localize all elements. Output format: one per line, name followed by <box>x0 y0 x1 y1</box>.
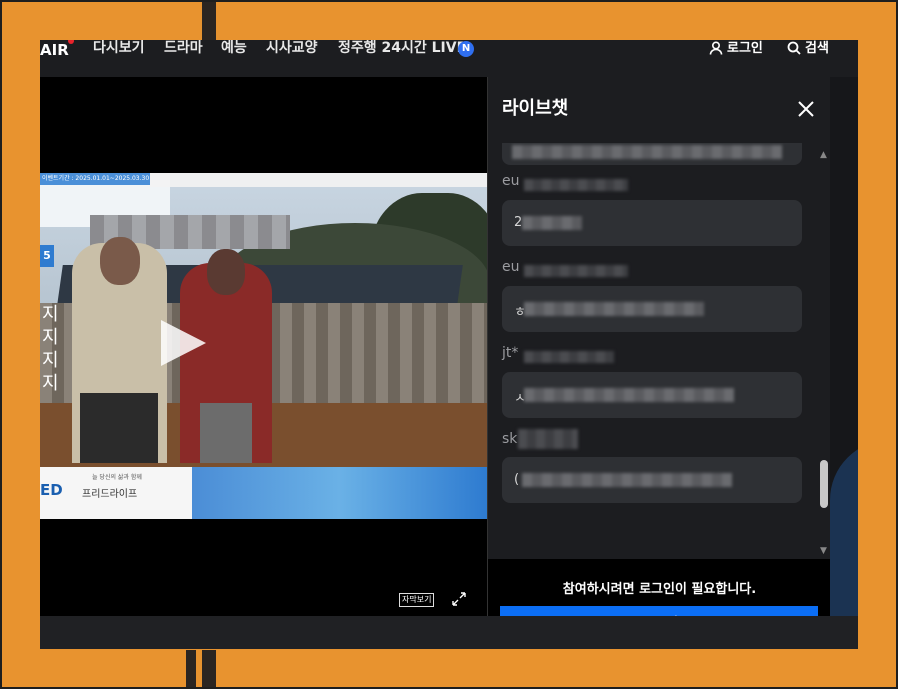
redacted-name <box>524 265 628 277</box>
message-author: eu <box>502 173 520 189</box>
redacted-name <box>518 429 578 449</box>
caption-button[interactable]: 자막보기 <box>399 593 435 607</box>
search-link[interactable]: 검색 <box>787 40 829 57</box>
expand-icon[interactable] <box>451 591 467 607</box>
person-head <box>100 237 140 285</box>
logo[interactable]: AIR <box>40 40 74 59</box>
promo-period-bar: 이벤트기간 : 2025.01.01~2025.03.30 <box>40 173 150 185</box>
search-icon <box>787 41 801 55</box>
redacted-text <box>512 145 782 159</box>
nav-item-24h-live[interactable]: 정주행 24시간 LIVE <box>338 40 466 57</box>
person-pants <box>200 403 252 463</box>
top-navigation: AIR 다시보기 드라마 예능 시사교양 정주행 24시간 LIVE N 로그인… <box>40 40 858 77</box>
cable-decoration <box>186 650 196 689</box>
chat-message <box>502 143 802 165</box>
chat-message: 2 <box>502 200 802 246</box>
brand-tag: 늘 당신의 삶과 함께 <box>92 474 142 481</box>
person-head <box>207 249 245 295</box>
number-badge: 5 <box>40 245 54 267</box>
cable-decoration <box>202 650 216 689</box>
nav-item-replay[interactable]: 다시보기 <box>93 40 145 57</box>
lower-third-blue <box>192 467 487 519</box>
chat-title: 라이브챗 <box>502 98 569 119</box>
nav-item-entertainment[interactable]: 예능 <box>221 40 247 57</box>
login-required-notice: 참여하시려면 로그인이 필요합니다. <box>562 582 757 597</box>
close-icon[interactable] <box>798 101 814 117</box>
message-text: ( <box>514 472 520 487</box>
redacted-text <box>522 216 582 230</box>
video-frame: 이벤트기간 : 2025.01.01~2025.03.30 5 지 지 지 지 … <box>40 173 487 519</box>
chat-message-list[interactable]: eu 2 eu ㅎ jt* ㅅ sk ( <box>488 143 818 559</box>
nav-item-drama[interactable]: 드라마 <box>164 40 203 57</box>
vertical-caption: 지 지 지 지 <box>42 303 62 395</box>
vertical-caption-text: 지 지 지 지 <box>42 304 59 394</box>
message-author: eu <box>502 259 520 275</box>
chat-scrollbar[interactable]: ▲ ▼ <box>818 150 830 558</box>
app-window: AIR 다시보기 드라마 예능 시사교양 정주행 24시간 LIVE N 로그인… <box>40 40 858 649</box>
logo-dot <box>68 40 74 44</box>
chat-message: ㅎ <box>502 286 802 332</box>
live-chat-panel: 라이브챗 eu 2 eu ㅎ jt* ㅅ sk (▲ ▼ 참여하시려면 로그인… <box>487 77 832 642</box>
person-pants <box>80 393 158 463</box>
cable-decoration <box>202 0 216 40</box>
redacted-text <box>524 388 734 402</box>
new-badge: N <box>458 41 474 57</box>
redacted-text <box>524 302 704 316</box>
brand-name: 프리드라이프 <box>82 489 138 500</box>
bottom-bar <box>40 616 858 649</box>
promo-info-strip <box>150 173 487 187</box>
chat-message: ( <box>502 457 802 503</box>
brand-short: ED <box>40 481 63 499</box>
scroll-up-arrow[interactable]: ▲ <box>820 150 827 160</box>
message-author: jt* <box>502 345 519 361</box>
nav-item-current-affairs[interactable]: 시사교양 <box>266 40 318 57</box>
scroll-down-arrow[interactable]: ▼ <box>820 546 827 556</box>
promo-period: 이벤트기간 : 2025.01.01~2025.03.30 <box>42 175 150 182</box>
logo-text: AIR <box>40 41 69 59</box>
play-icon[interactable] <box>158 318 208 368</box>
login-link[interactable]: 로그인 <box>709 40 763 57</box>
video-player[interactable]: 이벤트기간 : 2025.01.01~2025.03.30 5 지 지 지 지 … <box>40 77 487 616</box>
person-left <box>72 237 167 463</box>
search-link-label: 검색 <box>805 41 829 56</box>
message-author: sk <box>502 431 518 447</box>
redacted-name <box>524 179 628 191</box>
redacted-name <box>524 351 614 363</box>
redacted-text <box>522 473 732 487</box>
scroll-thumb[interactable] <box>820 460 828 508</box>
user-icon <box>709 41 723 55</box>
login-link-label: 로그인 <box>727 41 763 56</box>
chat-message: ㅅ <box>502 372 802 418</box>
